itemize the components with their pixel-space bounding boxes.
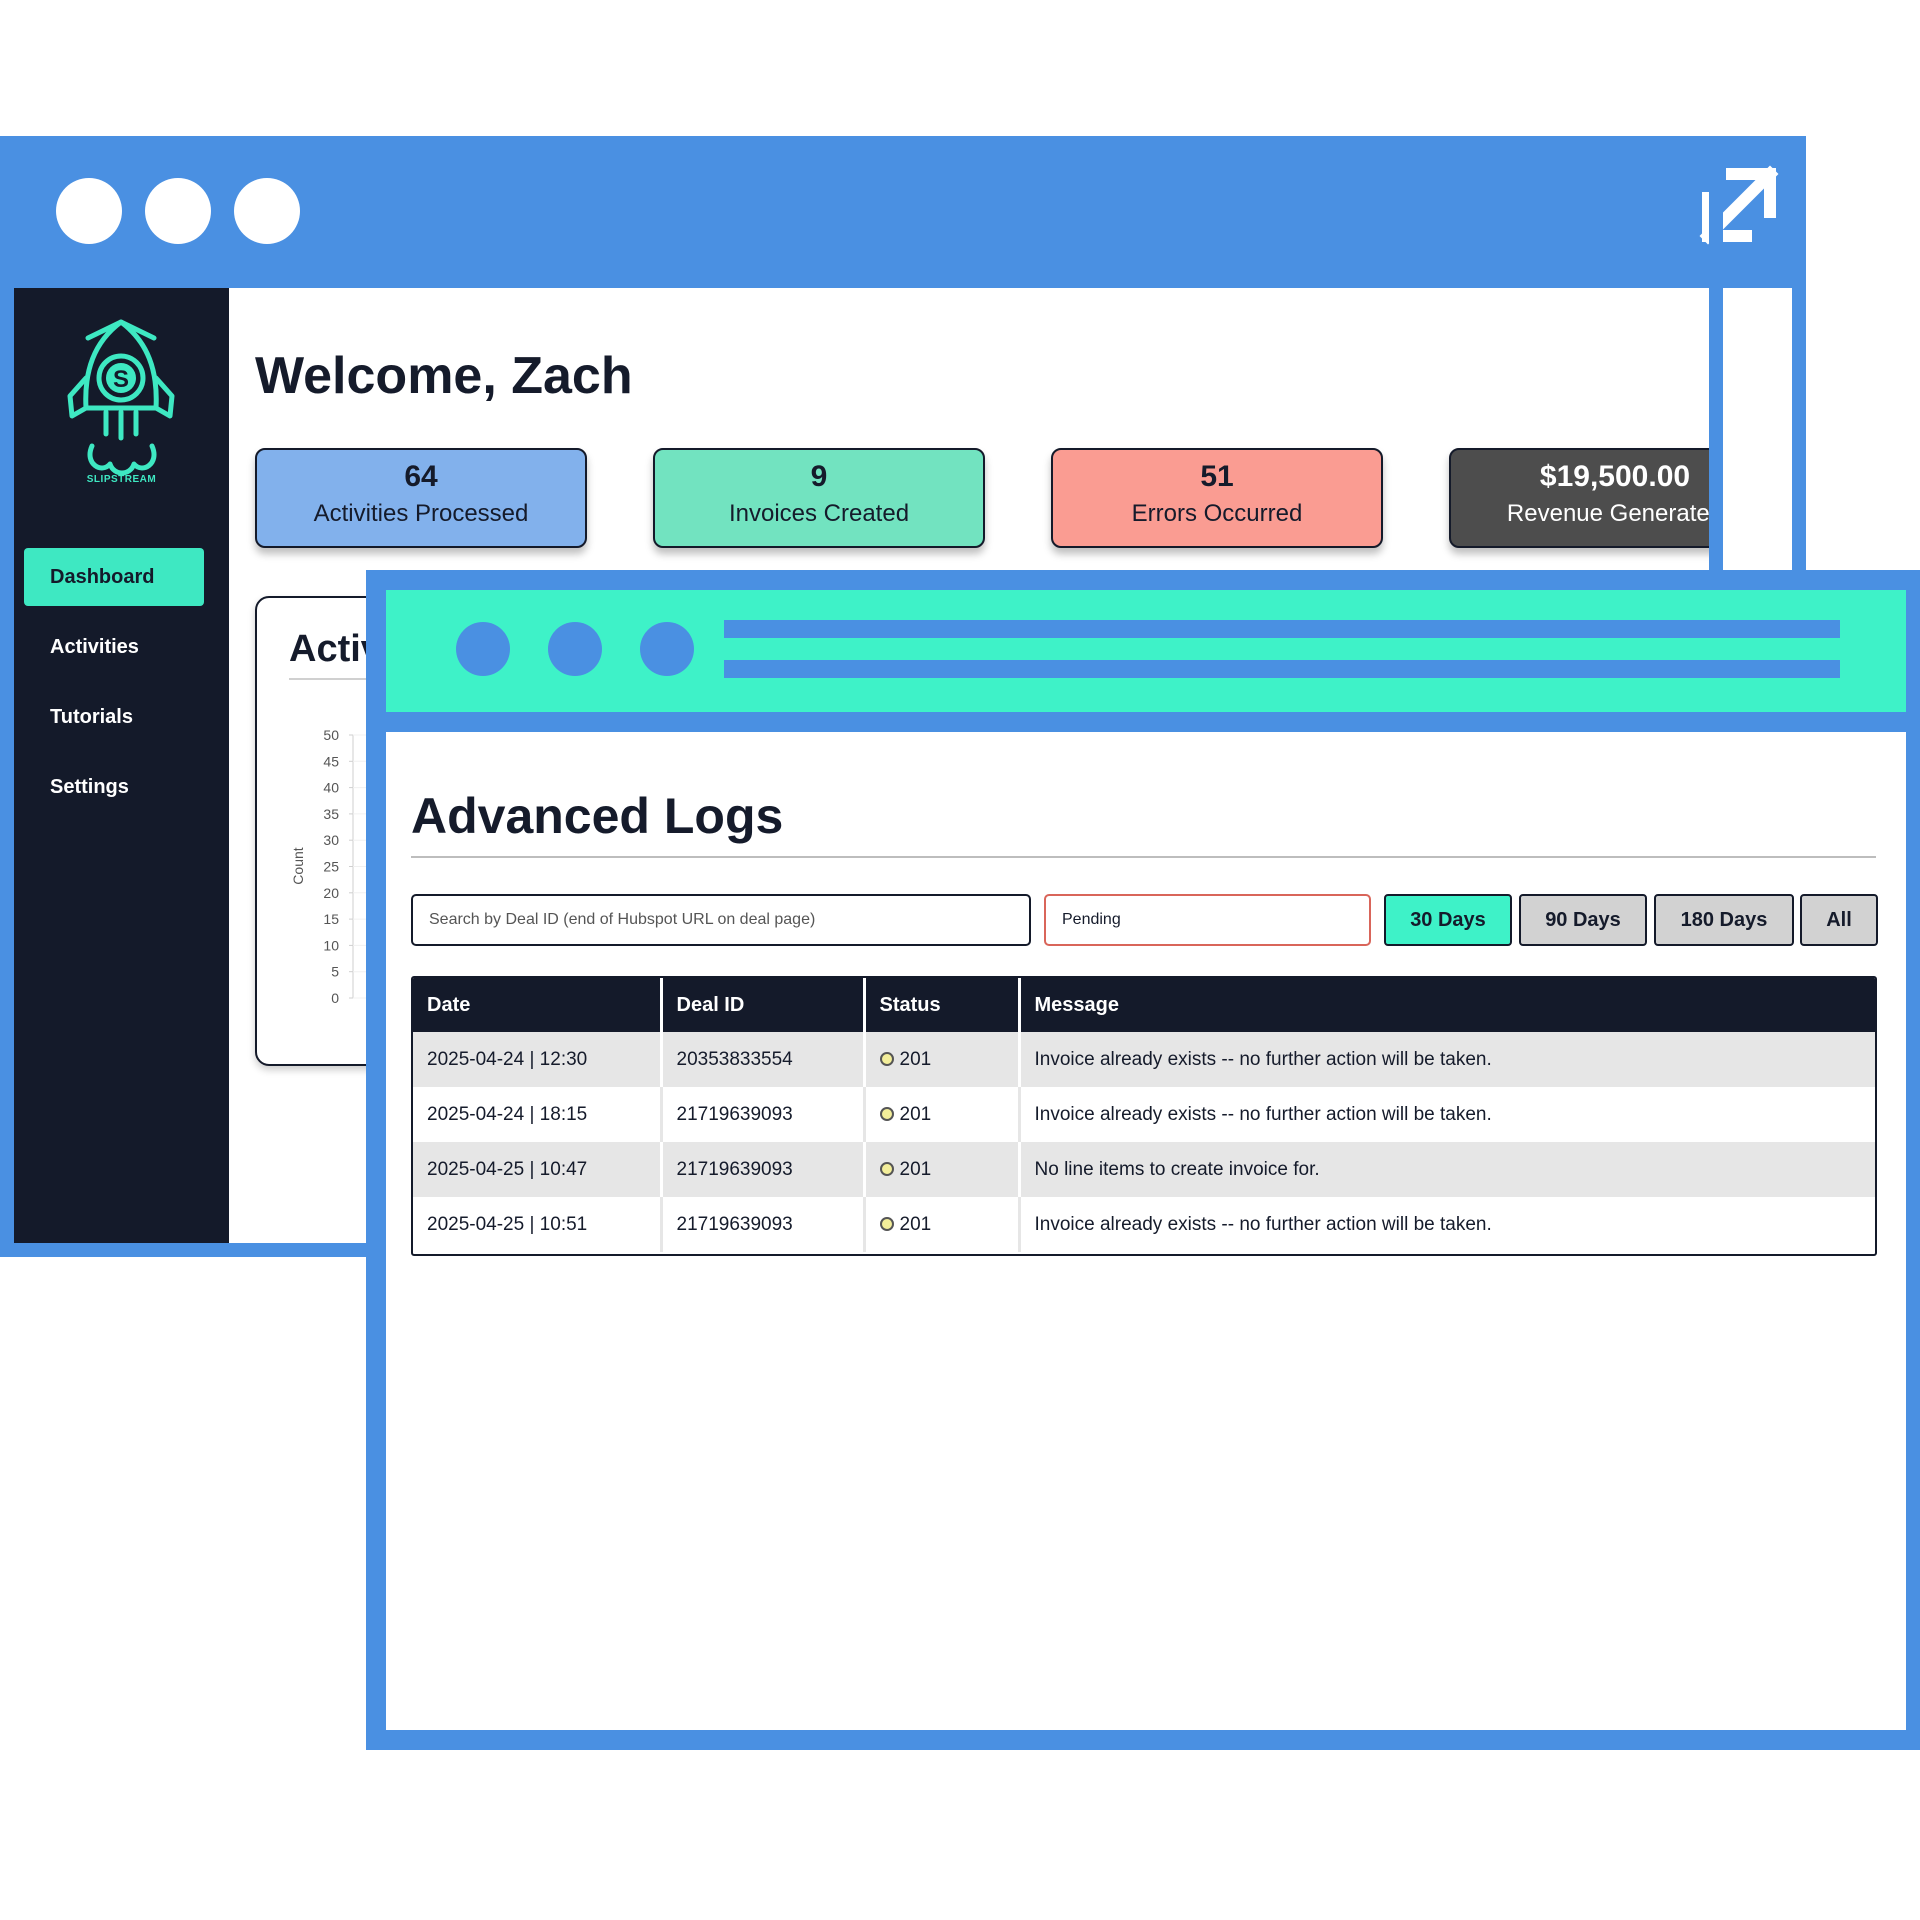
- y-tick-label: 35: [323, 806, 339, 822]
- status-filter-select[interactable]: Pending: [1044, 894, 1371, 946]
- column-header-status[interactable]: Status: [864, 978, 1021, 1032]
- table-row[interactable]: 2025-04-25 | 10:51 21719639093 201 Invoi…: [413, 1197, 1875, 1252]
- sidebar-nav: Dashboard Activities Tutorials Settings: [24, 548, 204, 828]
- column-header-deal-id[interactable]: Deal ID: [661, 978, 866, 1032]
- range-all-button[interactable]: All: [1800, 894, 1878, 946]
- cell-date: 2025-04-25 | 10:51: [413, 1197, 663, 1252]
- brand-name: SLIPSTREAM: [86, 474, 157, 485]
- advanced-logs-window: Advanced Logs Pending 30 Days 90 Days 18…: [366, 570, 1920, 1750]
- cell-message: No line items to create invoice for.: [1019, 1142, 1875, 1197]
- y-tick-label: 50: [323, 727, 339, 743]
- pending-status-icon: [879, 1106, 894, 1121]
- cell-status: 201: [864, 1032, 1021, 1087]
- svg-text:S: S: [113, 366, 129, 393]
- range-180-days-button[interactable]: 180 Days: [1654, 894, 1794, 946]
- title-divider: [411, 856, 1876, 858]
- expand-icon[interactable]: [1694, 160, 1784, 250]
- slipstream-rocket-logo: S: [67, 319, 175, 476]
- window-control-dot[interactable]: [234, 178, 300, 244]
- logs-content: Advanced Logs Pending 30 Days 90 Days 18…: [386, 732, 1906, 1730]
- cell-message: Invoice already exists -- no further act…: [1019, 1087, 1875, 1142]
- y-tick-label: 25: [323, 859, 339, 875]
- window-control-dot[interactable]: [56, 178, 122, 244]
- y-tick-label: 10: [323, 937, 339, 953]
- window-control-dot[interactable]: [456, 622, 510, 676]
- cell-date: 2025-04-24 | 12:30: [413, 1032, 663, 1087]
- sidebar: S SLIPSTREAM Dashboard Activities Tutori…: [14, 288, 229, 1243]
- stat-card-invoices: 9 Invoices Created: [653, 448, 985, 548]
- header-placeholder-line: [724, 660, 1840, 678]
- logs-title: Advanced Logs: [411, 788, 784, 844]
- cell-deal-id: 21719639093: [661, 1197, 866, 1252]
- cell-message: Invoice already exists -- no further act…: [1019, 1032, 1875, 1087]
- sidebar-item-dashboard[interactable]: Dashboard: [24, 548, 204, 606]
- header-placeholder-line: [724, 620, 1840, 638]
- pending-status-icon: [879, 1216, 894, 1231]
- cell-status: 201: [864, 1087, 1021, 1142]
- table-row[interactable]: 2025-04-25 | 10:47 21719639093 201 No li…: [413, 1142, 1875, 1197]
- y-tick-label: 5: [331, 964, 339, 980]
- cell-deal-id: 21719639093: [661, 1087, 866, 1142]
- cell-deal-id: 21719639093: [661, 1142, 866, 1197]
- stat-label: Errors Occurred: [1131, 500, 1303, 527]
- sidebar-item-activities[interactable]: Activities: [24, 618, 204, 676]
- y-tick-label: 45: [323, 753, 339, 769]
- sidebar-item-tutorials[interactable]: Tutorials: [24, 688, 204, 746]
- cell-status: 201: [864, 1142, 1021, 1197]
- pending-status-icon: [879, 1161, 894, 1176]
- stat-card-errors: 51 Errors Occurred: [1051, 448, 1383, 548]
- window-control-dot[interactable]: [548, 622, 602, 676]
- cell-message: Invoice already exists -- no further act…: [1019, 1197, 1875, 1252]
- stat-value: 64: [404, 460, 438, 493]
- stat-value: 51: [1200, 460, 1234, 493]
- range-90-days-button[interactable]: 90 Days: [1519, 894, 1647, 946]
- logs-table: Date Deal ID Status Message 2025-04-24 |…: [411, 976, 1877, 1256]
- column-header-date[interactable]: Date: [413, 978, 663, 1032]
- window-control-dot[interactable]: [145, 178, 211, 244]
- dashboard-scrollbar[interactable]: [1709, 152, 1723, 572]
- y-tick-label: 0: [331, 990, 339, 1006]
- cell-date: 2025-04-24 | 18:15: [413, 1087, 663, 1142]
- range-30-days-button[interactable]: 30 Days: [1384, 894, 1512, 946]
- cell-date: 2025-04-25 | 10:47: [413, 1142, 663, 1197]
- stat-card-activities: 64 Activities Processed: [255, 448, 587, 548]
- page-title: Welcome, Zach: [255, 347, 633, 405]
- status-code: 201: [899, 1048, 932, 1070]
- table-row[interactable]: 2025-04-24 | 18:15 21719639093 201 Invoi…: [413, 1087, 1875, 1142]
- y-tick-label: 20: [323, 885, 339, 901]
- table-header-row: Date Deal ID Status Message: [413, 978, 1875, 1032]
- stat-label: Invoices Created: [728, 500, 910, 527]
- window-header: [386, 590, 1906, 712]
- cell-status: 201: [864, 1197, 1021, 1252]
- y-tick-label: 15: [323, 911, 339, 927]
- y-tick-label: 40: [323, 780, 339, 796]
- sidebar-item-settings[interactable]: Settings: [24, 758, 204, 816]
- pending-status-icon: [879, 1051, 894, 1066]
- cell-deal-id: 20353833554: [661, 1032, 866, 1087]
- status-code: 201: [899, 1158, 932, 1180]
- window-control-dot[interactable]: [640, 622, 694, 676]
- status-code: 201: [899, 1213, 932, 1235]
- deal-id-search-input[interactable]: [411, 894, 1031, 946]
- table-row[interactable]: 2025-04-24 | 12:30 20353833554 201 Invoi…: [413, 1032, 1875, 1087]
- status-code: 201: [899, 1103, 932, 1125]
- column-header-message[interactable]: Message: [1019, 978, 1875, 1032]
- stat-value: 9: [810, 460, 828, 493]
- y-tick-label: 30: [323, 832, 339, 848]
- stat-label: Activities Processed: [313, 500, 529, 527]
- y-axis-label: Count: [290, 847, 306, 884]
